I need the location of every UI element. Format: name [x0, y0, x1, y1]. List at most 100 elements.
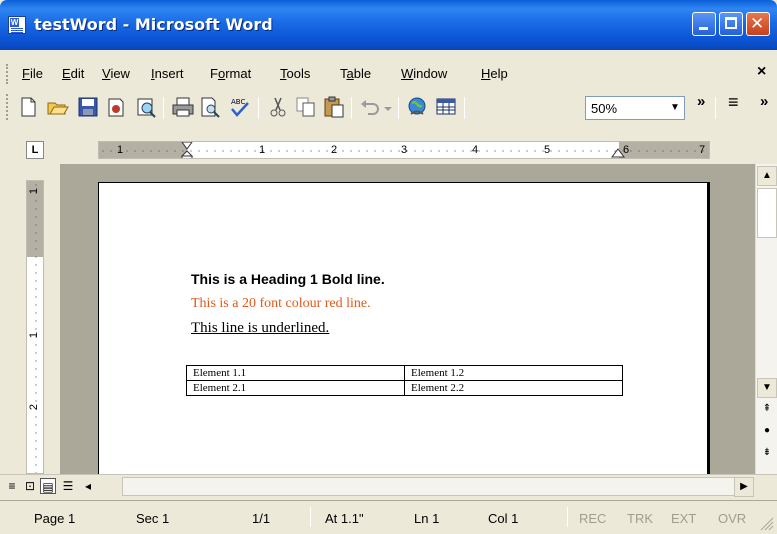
spelling-icon[interactable]: ABC: [228, 95, 252, 119]
standard-toolbar: ABC 50% ▼ » ≡ »: [0, 90, 777, 126]
menu-table-label: Table: [340, 66, 372, 81]
status-rec[interactable]: REC: [579, 511, 606, 526]
indent-marker-icon[interactable]: [181, 142, 195, 159]
status-separator: [310, 507, 311, 527]
maximize-icon: [725, 17, 737, 29]
print-preview-icon[interactable]: [198, 95, 222, 119]
open-folder-icon[interactable]: [46, 95, 70, 119]
toolbar-separator: [715, 97, 716, 119]
status-separator: [567, 507, 568, 527]
status-ext[interactable]: EXT: [671, 511, 696, 526]
status-section: Sec 1: [136, 511, 170, 526]
toolbar-separator: [258, 97, 259, 119]
resize-grip-icon[interactable]: [760, 517, 774, 531]
status-ovr[interactable]: OVR: [718, 511, 746, 526]
undo-icon[interactable]: [358, 95, 382, 119]
print-layout-view-icon[interactable]: ▤: [40, 478, 56, 494]
menu-format[interactable]: Format: [210, 66, 251, 81]
document-workspace[interactable]: 1 1 2 This is a Heading 1 Bold line. Thi…: [0, 164, 755, 474]
cut-icon[interactable]: [266, 95, 290, 119]
status-trk[interactable]: TRK: [627, 511, 653, 526]
copy-icon[interactable]: [294, 95, 318, 119]
word-app-icon[interactable]: W: [8, 16, 26, 34]
horizontal-ruler[interactable]: 1 1 2 3 4 5 6 7: [98, 141, 710, 159]
chevron-down-icon[interactable]: ▼: [666, 97, 684, 119]
formatting-overflow-button[interactable]: »: [760, 94, 768, 109]
view-bar: ≡ ⊡ ▤ ☰ ◂ ▶: [0, 474, 777, 497]
select-browse-object-button[interactable]: ●: [757, 422, 777, 442]
toolbar-grip[interactable]: [6, 94, 9, 120]
close-button[interactable]: ✕: [746, 12, 770, 36]
vertical-ruler-number: 1: [28, 187, 41, 195]
menu-window[interactable]: Window: [401, 66, 447, 81]
table-icon[interactable]: [434, 95, 458, 119]
window-title: testWord - Microsoft Word: [34, 15, 273, 34]
reading-layout-view-icon[interactable]: ◂: [80, 478, 96, 494]
toolbar-separator: [464, 97, 465, 119]
toolbar-overflow-button[interactable]: »: [697, 93, 706, 110]
menu-table[interactable]: Table: [340, 66, 371, 81]
right-indent-marker-icon[interactable]: [611, 148, 625, 159]
menu-edit[interactable]: Edit: [62, 66, 84, 81]
save-icon[interactable]: [76, 95, 100, 119]
document-table[interactable]: Element 1.1 Element 1.2 Element 2.1 Elem…: [186, 365, 623, 396]
svg-text:ABC: ABC: [231, 98, 245, 106]
normal-view-icon[interactable]: ≡: [4, 478, 20, 494]
maximize-button[interactable]: [719, 12, 743, 36]
toolbar-separator: [351, 97, 352, 119]
status-page-count: 1/1: [252, 511, 271, 526]
toolbar-overflow-icon: »: [697, 93, 706, 110]
menu-grip[interactable]: [6, 64, 9, 84]
vertical-ruler[interactable]: 1 1 2: [26, 180, 44, 474]
vertical-ruler-strip: 1 1 2: [0, 164, 60, 474]
previous-page-button[interactable]: ⇞: [757, 400, 777, 420]
scroll-right-button[interactable]: ▶: [734, 477, 754, 497]
table-cell[interactable]: Element 2.2: [404, 380, 623, 396]
heading-line[interactable]: This is a Heading 1 Bold line.: [191, 271, 385, 287]
minimize-button[interactable]: [692, 12, 716, 36]
print-icon[interactable]: [171, 95, 195, 119]
status-position: At 1.1": [325, 511, 364, 526]
menu-window-label: Window: [401, 66, 448, 81]
align-button[interactable]: ≡: [728, 93, 739, 111]
horizontal-scrollbar[interactable]: ▶: [122, 477, 754, 497]
new-document-icon[interactable]: [16, 95, 40, 119]
table-row: Element 2.1 Element 2.2: [186, 380, 623, 396]
outline-view-icon[interactable]: ☰: [60, 478, 76, 494]
table-cell[interactable]: Element 1.1: [186, 365, 405, 381]
undo-dropdown-icon[interactable]: [382, 95, 394, 119]
zoom-dropdown[interactable]: 50% ▼: [585, 96, 685, 120]
research-icon[interactable]: [134, 95, 158, 119]
table-cell[interactable]: Element 2.1: [186, 380, 405, 396]
ruler-number: 5: [544, 144, 551, 156]
permission-icon[interactable]: [104, 95, 128, 119]
red-text-line[interactable]: This is a 20 font colour red line.: [191, 296, 371, 312]
status-bar: Page 1 Sec 1 1/1 At 1.1" Ln 1 Col 1 REC …: [0, 500, 777, 534]
menu-file[interactable]: File: [22, 66, 43, 81]
menu-view[interactable]: View: [102, 66, 130, 81]
close-document-button[interactable]: ×: [757, 63, 766, 81]
scroll-down-button[interactable]: ▼: [757, 378, 777, 398]
paste-icon[interactable]: [322, 95, 346, 119]
toolbar-separator: [398, 97, 399, 119]
title-bar[interactable]: W testWord - Microsoft Word ✕: [0, 0, 777, 50]
document-page[interactable]: This is a Heading 1 Bold line. This is a…: [98, 182, 710, 474]
status-page: Page 1: [34, 511, 76, 526]
menu-tools[interactable]: Tools: [280, 66, 310, 81]
tab-selector[interactable]: L: [26, 141, 44, 159]
vertical-scroll-thumb[interactable]: [757, 188, 777, 238]
next-page-button[interactable]: ⇟: [757, 444, 777, 464]
insert-hyperlink-icon[interactable]: [405, 95, 429, 119]
table-row: Element 1.1 Element 1.2: [186, 365, 623, 381]
ruler-number: 4: [472, 144, 479, 156]
menu-view-label: View: [102, 66, 130, 81]
table-cell[interactable]: Element 1.2: [404, 365, 623, 381]
menu-file-label: File: [22, 66, 43, 81]
status-line: Ln 1: [414, 511, 440, 526]
menu-help[interactable]: Help: [481, 66, 508, 81]
underlined-line[interactable]: This line is underlined.: [191, 320, 329, 337]
menu-insert[interactable]: Insert: [151, 66, 184, 81]
vertical-scrollbar[interactable]: ▲ ▼ ⇞ ● ⇟: [755, 164, 777, 474]
scroll-up-button[interactable]: ▲: [757, 166, 777, 186]
web-layout-view-icon[interactable]: ⊡: [22, 478, 38, 494]
